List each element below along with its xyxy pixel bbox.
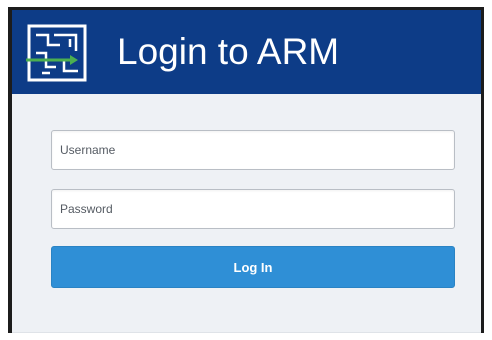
login-button[interactable]: Log In	[51, 246, 455, 288]
arm-logo-icon	[26, 24, 87, 82]
panel-bottom-divider	[12, 332, 481, 333]
username-input[interactable]	[51, 130, 455, 170]
page-title: Login to ARM	[117, 31, 340, 72]
login-header: Login to ARM	[12, 10, 481, 94]
password-input[interactable]	[51, 189, 455, 229]
login-panel: Login to ARM Log In	[8, 7, 484, 333]
